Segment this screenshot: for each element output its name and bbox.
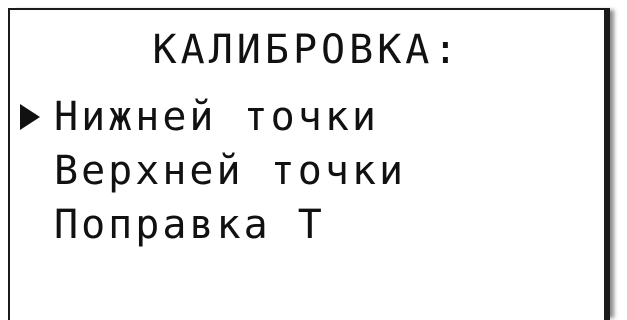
selector-arrow-icon [20, 104, 40, 130]
screen-title: КАЛИБРОВКА: [152, 27, 462, 73]
lcd-screen: КАЛИБРОВКА: Нижней точки Верхней точки П… [8, 8, 610, 320]
menu-item-label: Верхней точки [54, 148, 407, 194]
calibration-menu: Нижней точки Верхней точки Поправка Т [16, 90, 406, 252]
menu-item-label: Поправка Т [54, 202, 325, 248]
menu-item-upper-point[interactable]: Верхней точки [16, 144, 406, 198]
menu-item-temperature-correction[interactable]: Поправка Т [16, 198, 406, 252]
menu-item-lower-point[interactable]: Нижней точки [16, 90, 406, 144]
menu-item-label: Нижней точки [54, 94, 379, 140]
